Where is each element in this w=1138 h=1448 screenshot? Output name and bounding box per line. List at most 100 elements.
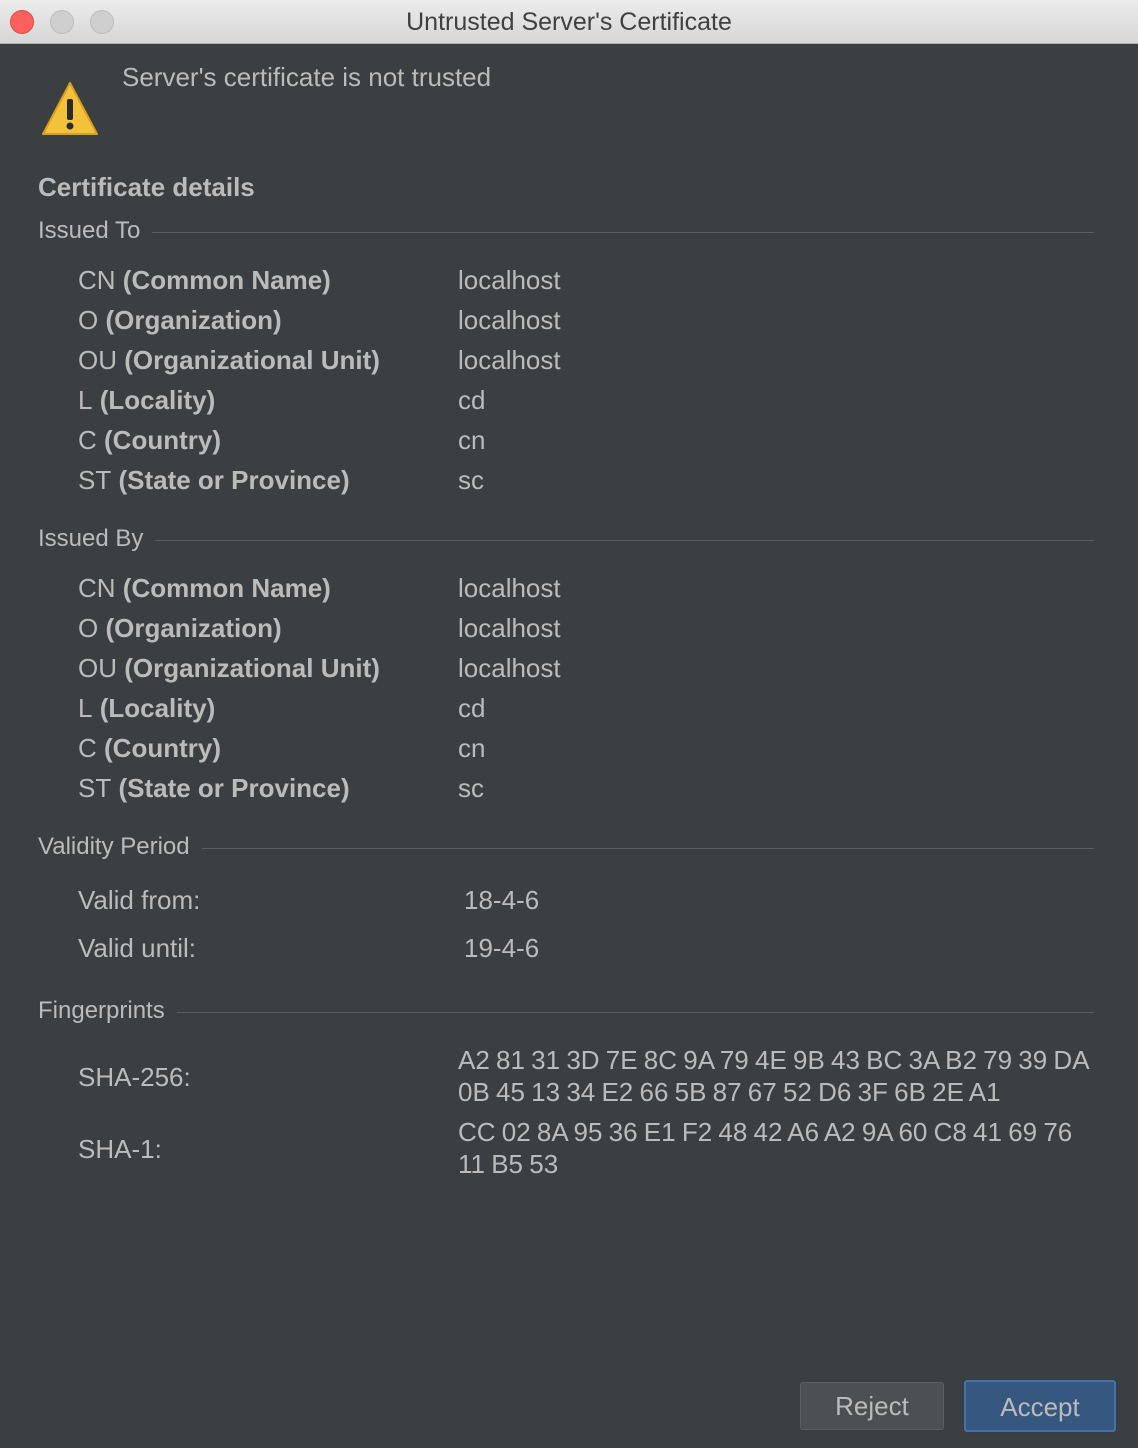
field-name: Organization bbox=[114, 613, 274, 643]
issued-by-label: Issued By bbox=[38, 525, 144, 552]
field-value: sc bbox=[458, 465, 484, 495]
issued-by-section: Issued By bbox=[38, 524, 1094, 554]
paren: ( bbox=[115, 265, 132, 295]
warning-icon bbox=[42, 82, 98, 135]
valid-until-label: Valid until: bbox=[78, 933, 197, 963]
section-divider bbox=[201, 847, 1094, 849]
field-value: localhost bbox=[458, 613, 561, 643]
field-abbr: ST bbox=[78, 465, 112, 495]
field-value: localhost bbox=[458, 305, 561, 335]
field-value: sc bbox=[458, 773, 484, 803]
paren: ( bbox=[115, 573, 132, 603]
field-name: Common Name bbox=[131, 265, 323, 295]
paren: ) bbox=[340, 773, 350, 803]
field-abbr: OU bbox=[78, 653, 117, 683]
issued-by-header: Issued By bbox=[38, 524, 1094, 554]
field-value: cn bbox=[458, 733, 486, 763]
field-abbr: L bbox=[78, 693, 93, 723]
paren: ) bbox=[371, 653, 380, 683]
field-key: OU (Organizational Unit) bbox=[78, 652, 380, 684]
field-name: Country bbox=[112, 425, 213, 455]
field-key: O (Organization) bbox=[78, 304, 282, 336]
field-name: State or Province bbox=[127, 465, 341, 495]
paren: ( bbox=[117, 345, 133, 375]
field-key: OU (Organizational Unit) bbox=[78, 344, 380, 376]
field-key: ST (State or Province) bbox=[78, 772, 350, 804]
field-value: localhost bbox=[458, 345, 561, 375]
issued-to-label: Issued To bbox=[38, 217, 141, 244]
paren: ) bbox=[322, 573, 331, 603]
field-abbr: L bbox=[78, 385, 93, 415]
window-title: Untrusted Server's Certificate bbox=[406, 8, 732, 36]
field-name: Locality bbox=[108, 385, 207, 415]
field-name: Common Name bbox=[131, 573, 323, 603]
field-abbr: O bbox=[78, 305, 99, 335]
field-abbr: C bbox=[78, 733, 97, 763]
field-value: cd bbox=[458, 385, 486, 415]
validity-section: Validity Period bbox=[38, 832, 1094, 862]
valid-until-value: 19-4-6 bbox=[464, 933, 540, 963]
field-name: Organizational Unit bbox=[132, 345, 372, 375]
paren: ) bbox=[273, 305, 282, 335]
certificate-details-title: Certificate details bbox=[38, 172, 255, 202]
field-key: CN (Common Name) bbox=[78, 264, 331, 296]
sha1-label: SHA-1: bbox=[78, 1134, 162, 1164]
field-abbr: CN bbox=[78, 573, 116, 603]
valid-from-label: Valid from: bbox=[78, 885, 201, 915]
sha256-label: SHA-256: bbox=[78, 1062, 191, 1092]
field-abbr: OU bbox=[78, 345, 117, 375]
field-name: Locality bbox=[108, 693, 207, 723]
issued-to-header: Issued To bbox=[38, 216, 1094, 246]
field-abbr: O bbox=[78, 613, 99, 643]
field-key: L (Locality) bbox=[78, 692, 215, 724]
field-key: C (Country) bbox=[78, 732, 221, 764]
validity-label: Validity Period bbox=[38, 833, 190, 860]
field-value: localhost bbox=[458, 653, 561, 683]
reject-button[interactable]: Reject bbox=[800, 1382, 944, 1430]
paren: ( bbox=[98, 305, 115, 335]
sha1-value: CC 02 8A 95 36 E1 F2 48 42 A6 A2 9A 60 C… bbox=[458, 1117, 1073, 1179]
paren: ( bbox=[117, 653, 133, 683]
paren: ) bbox=[206, 693, 216, 723]
fingerprints-section: Fingerprints bbox=[38, 996, 1094, 1026]
field-abbr: ST bbox=[78, 773, 112, 803]
valid-from-value: 18-4-6 bbox=[464, 885, 540, 915]
paren: ( bbox=[96, 425, 113, 455]
paren: ) bbox=[273, 613, 282, 643]
paren: ) bbox=[371, 345, 380, 375]
field-name: State or Province bbox=[127, 773, 341, 803]
field-key: ST (State or Province) bbox=[78, 464, 350, 496]
accept-button[interactable]: Accept bbox=[964, 1380, 1116, 1432]
fingerprints-header: Fingerprints bbox=[38, 996, 1094, 1026]
field-name: Organization bbox=[114, 305, 274, 335]
field-abbr: CN bbox=[78, 265, 116, 295]
paren: ( bbox=[96, 733, 113, 763]
paren: ) bbox=[206, 385, 216, 415]
window-titlebar: Untrusted Server's Certificate bbox=[0, 0, 1138, 44]
sha256-value: A2 81 31 3D 7E 8C 9A 79 4E 9B 43 BC 3A B… bbox=[458, 1045, 1089, 1107]
fingerprints-label: Fingerprints bbox=[38, 997, 165, 1024]
section-divider bbox=[152, 231, 1094, 233]
field-value: localhost bbox=[458, 265, 561, 295]
paren: ( bbox=[111, 465, 128, 495]
warning-message: Server's certificate is not trusted bbox=[122, 62, 492, 92]
section-divider bbox=[155, 539, 1094, 541]
validity-header: Validity Period bbox=[38, 832, 1094, 862]
field-value: cn bbox=[458, 425, 486, 455]
field-value: cd bbox=[458, 693, 486, 723]
paren: ( bbox=[92, 385, 109, 415]
section-divider bbox=[176, 1011, 1094, 1013]
paren: ) bbox=[212, 733, 222, 763]
field-key: C (Country) bbox=[78, 424, 221, 456]
paren: ) bbox=[322, 265, 331, 295]
field-name: Organizational Unit bbox=[132, 653, 372, 683]
field-key: O (Organization) bbox=[78, 612, 282, 644]
paren: ) bbox=[340, 465, 350, 495]
field-name: Country bbox=[112, 733, 213, 763]
field-value: localhost bbox=[458, 573, 561, 603]
paren: ( bbox=[98, 613, 115, 643]
paren: ( bbox=[92, 693, 109, 723]
field-abbr: C bbox=[78, 425, 97, 455]
field-key: CN (Common Name) bbox=[78, 572, 331, 604]
issued-to-section: Issued To bbox=[38, 216, 1094, 246]
